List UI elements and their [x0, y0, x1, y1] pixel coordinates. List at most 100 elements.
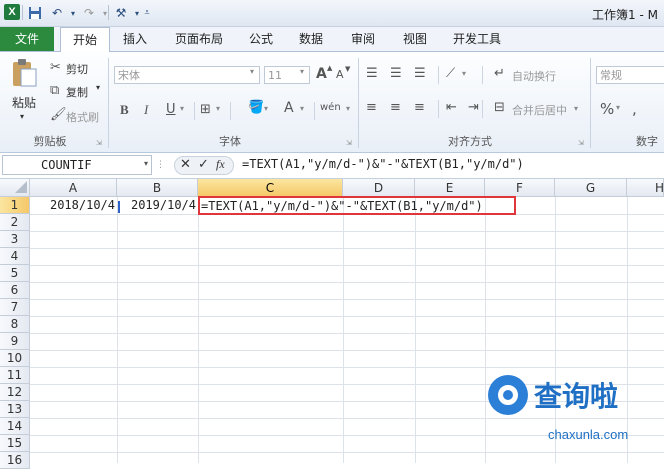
number-format-combo[interactable]: 常规	[596, 66, 664, 84]
align-middle-icon[interactable]: ☰	[390, 66, 402, 81]
font-launcher-icon[interactable]: ⇲	[346, 139, 352, 147]
row-header-10[interactable]: 10	[0, 350, 30, 367]
font-name-dropdown-icon[interactable]: ▾	[250, 67, 254, 76]
align-bottom-icon[interactable]: ☰	[414, 66, 426, 81]
tab-view[interactable]: 视图	[394, 27, 436, 51]
tab-file[interactable]: 文件	[0, 27, 54, 51]
merge-dropdown-icon[interactable]: ▾	[574, 104, 578, 113]
worksheet-grid[interactable]: A B C D E F G H 1 2 3 4 5 6 7 8 9 10 11 …	[0, 179, 664, 469]
insert-function-button[interactable]: fx	[216, 157, 225, 172]
font-color-icon[interactable]: A	[284, 100, 294, 116]
copy-icon[interactable]: ⧉	[50, 83, 59, 98]
clipboard-launcher-icon[interactable]: ⇲	[96, 139, 102, 147]
column-header-b[interactable]: B	[117, 179, 198, 197]
grow-font-icon[interactable]: A	[316, 66, 327, 82]
shrink-font-icon[interactable]: A	[336, 68, 344, 81]
column-header-c[interactable]: C	[198, 179, 343, 197]
increase-indent-icon[interactable]: ⇥	[468, 100, 479, 115]
row-header-1[interactable]: 1	[0, 197, 30, 214]
align-center-icon[interactable]: ≡	[390, 100, 401, 115]
column-header-e[interactable]: E	[415, 179, 485, 197]
row-header-14[interactable]: 14	[0, 418, 30, 435]
paste-icon[interactable]	[10, 58, 38, 88]
row-header-4[interactable]: 4	[0, 248, 30, 265]
comma-style-icon[interactable]: ,	[632, 100, 637, 118]
merge-center-icon[interactable]: ⊟	[494, 100, 505, 115]
format-painter-button[interactable]: 格式刷	[66, 109, 99, 125]
row-header-16[interactable]: 16	[0, 452, 30, 469]
borders-dropdown-icon[interactable]: ▾	[216, 104, 220, 113]
name-box[interactable]: COUNTIF	[2, 155, 152, 175]
customize-toolbar-icon[interactable]: ⩡	[138, 4, 156, 22]
cell-c1[interactable]: =TEXT(A1,"y/m/d-")&"-"&TEXT(B1,"y/m/d")	[201, 198, 483, 215]
copy-button[interactable]: 复制	[66, 84, 88, 100]
decrease-indent-icon[interactable]: ⇤	[446, 100, 457, 115]
copy-dropdown-icon[interactable]: ▾	[96, 83, 100, 92]
cell-a1[interactable]: 2018/10/4	[30, 197, 117, 214]
tab-data[interactable]: 数据	[290, 27, 332, 51]
column-header-h[interactable]: H	[627, 179, 664, 197]
column-header-f[interactable]: F	[485, 179, 555, 197]
font-size-dropdown-icon[interactable]: ▾	[300, 67, 304, 76]
phonetic-dropdown-icon[interactable]: ▾	[346, 104, 350, 113]
format-painter-icon[interactable]: 🖌	[50, 107, 67, 122]
phonetic-guide-icon[interactable]: wén	[320, 102, 341, 113]
orientation-icon[interactable]: ⟋	[446, 66, 455, 81]
row-header-7[interactable]: 7	[0, 299, 30, 316]
borders-icon[interactable]: ⊞	[200, 102, 211, 117]
percent-style-icon[interactable]: %	[600, 100, 614, 118]
scissors-icon[interactable]: ✂	[50, 60, 61, 75]
fill-color-icon[interactable]: 🪣	[248, 100, 264, 115]
tab-formulas[interactable]: 公式	[240, 27, 282, 51]
tab-page-layout[interactable]: 页面布局	[164, 27, 234, 51]
tab-home[interactable]: 开始	[60, 27, 110, 52]
divider	[482, 100, 483, 118]
align-left-icon[interactable]: ≡	[366, 100, 377, 115]
row-header-2[interactable]: 2	[0, 214, 30, 231]
document-title: 工作簿1 - M	[592, 8, 658, 22]
paste-dropdown-icon[interactable]: ▾	[20, 112, 24, 121]
italic-button[interactable]: I	[144, 102, 148, 118]
merge-center-button[interactable]: 合并后居中	[512, 102, 567, 118]
tab-developer[interactable]: 开发工具	[446, 27, 508, 51]
underline-button[interactable]: U	[166, 102, 176, 117]
wrap-text-button[interactable]: 自动换行	[512, 68, 556, 84]
splitter-handle-icon[interactable]: ⋮	[156, 160, 165, 170]
enter-button[interactable]: ✓	[198, 157, 209, 172]
align-top-icon[interactable]: ☰	[366, 66, 378, 81]
column-header-d[interactable]: D	[343, 179, 415, 197]
column-header-a[interactable]: A	[30, 179, 117, 197]
row-header-12[interactable]: 12	[0, 384, 30, 401]
row-header-8[interactable]: 8	[0, 316, 30, 333]
cut-button[interactable]: 剪切	[66, 61, 88, 77]
alignment-launcher-icon[interactable]: ⇲	[578, 139, 584, 147]
formula-input[interactable]: =TEXT(A1,"y/m/d-")&"-"&TEXT(B1,"y/m/d")	[242, 157, 524, 171]
select-all-corner[interactable]	[0, 179, 30, 197]
save-icon[interactable]	[26, 4, 44, 22]
row-header-5[interactable]: 5	[0, 265, 30, 282]
font-name-combo[interactable]: 宋体	[114, 66, 260, 84]
tab-insert[interactable]: 插入	[114, 27, 156, 51]
bold-button[interactable]: B	[120, 102, 129, 118]
cell-b1[interactable]: 2019/10/4	[117, 197, 198, 214]
row-header-9[interactable]: 9	[0, 333, 30, 350]
align-right-icon[interactable]: ≡	[414, 100, 425, 115]
watermark-brand: 查询啦	[534, 380, 619, 413]
paste-button[interactable]: 粘贴	[12, 94, 36, 111]
row-header-13[interactable]: 13	[0, 401, 30, 418]
orientation-dropdown-icon[interactable]: ▾	[462, 69, 466, 78]
cancel-button[interactable]: ✕	[180, 157, 191, 172]
fill-color-dropdown-icon[interactable]: ▾	[264, 104, 268, 113]
underline-dropdown-icon[interactable]: ▾	[180, 104, 184, 113]
column-header-g[interactable]: G	[555, 179, 627, 197]
wrap-text-icon[interactable]: ↵	[494, 66, 505, 81]
row-header-11[interactable]: 11	[0, 367, 30, 384]
gridline	[30, 333, 664, 334]
tab-review[interactable]: 审阅	[342, 27, 384, 51]
row-header-6[interactable]: 6	[0, 282, 30, 299]
accounting-dropdown-icon[interactable]: ▾	[616, 103, 620, 112]
font-color-dropdown-icon[interactable]: ▾	[300, 104, 304, 113]
row-header-15[interactable]: 15	[0, 435, 30, 452]
name-box-dropdown-icon[interactable]: ▾	[144, 159, 148, 168]
row-header-3[interactable]: 3	[0, 231, 30, 248]
